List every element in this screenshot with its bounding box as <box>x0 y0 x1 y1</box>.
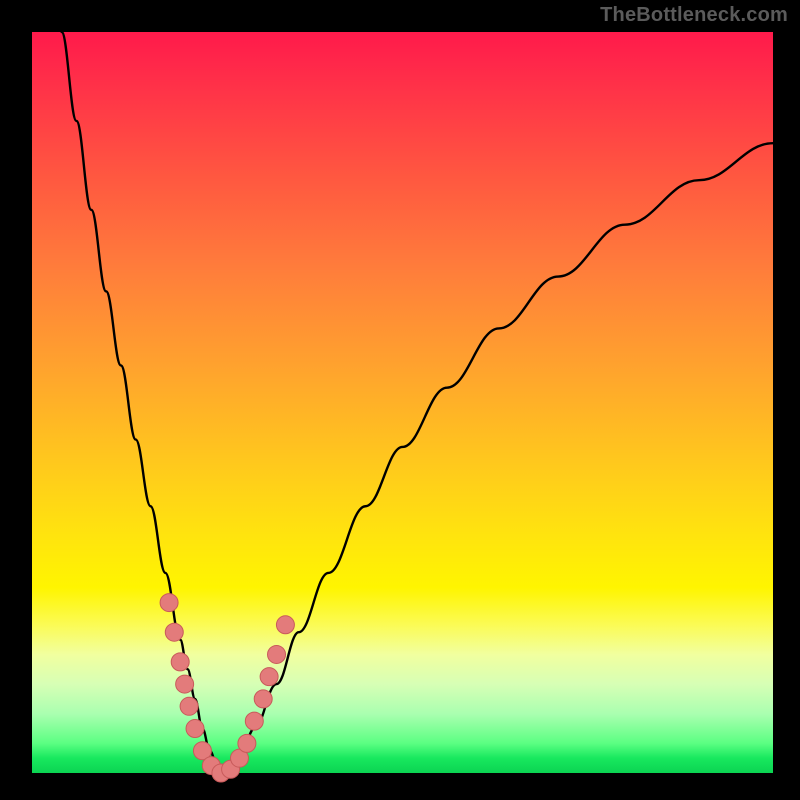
data-marker <box>260 668 278 686</box>
data-marker <box>160 594 178 612</box>
data-marker <box>165 623 183 641</box>
data-marker <box>180 697 198 715</box>
data-marker <box>186 720 204 738</box>
outer-frame: TheBottleneck.com <box>0 0 800 800</box>
data-marker <box>245 712 263 730</box>
data-marker <box>268 645 286 663</box>
data-marker <box>238 734 256 752</box>
data-marker <box>254 690 272 708</box>
chart-overlay <box>0 0 800 800</box>
data-marker <box>276 616 294 634</box>
data-marker <box>176 675 194 693</box>
bottleneck-curve <box>62 32 773 773</box>
data-marker <box>171 653 189 671</box>
